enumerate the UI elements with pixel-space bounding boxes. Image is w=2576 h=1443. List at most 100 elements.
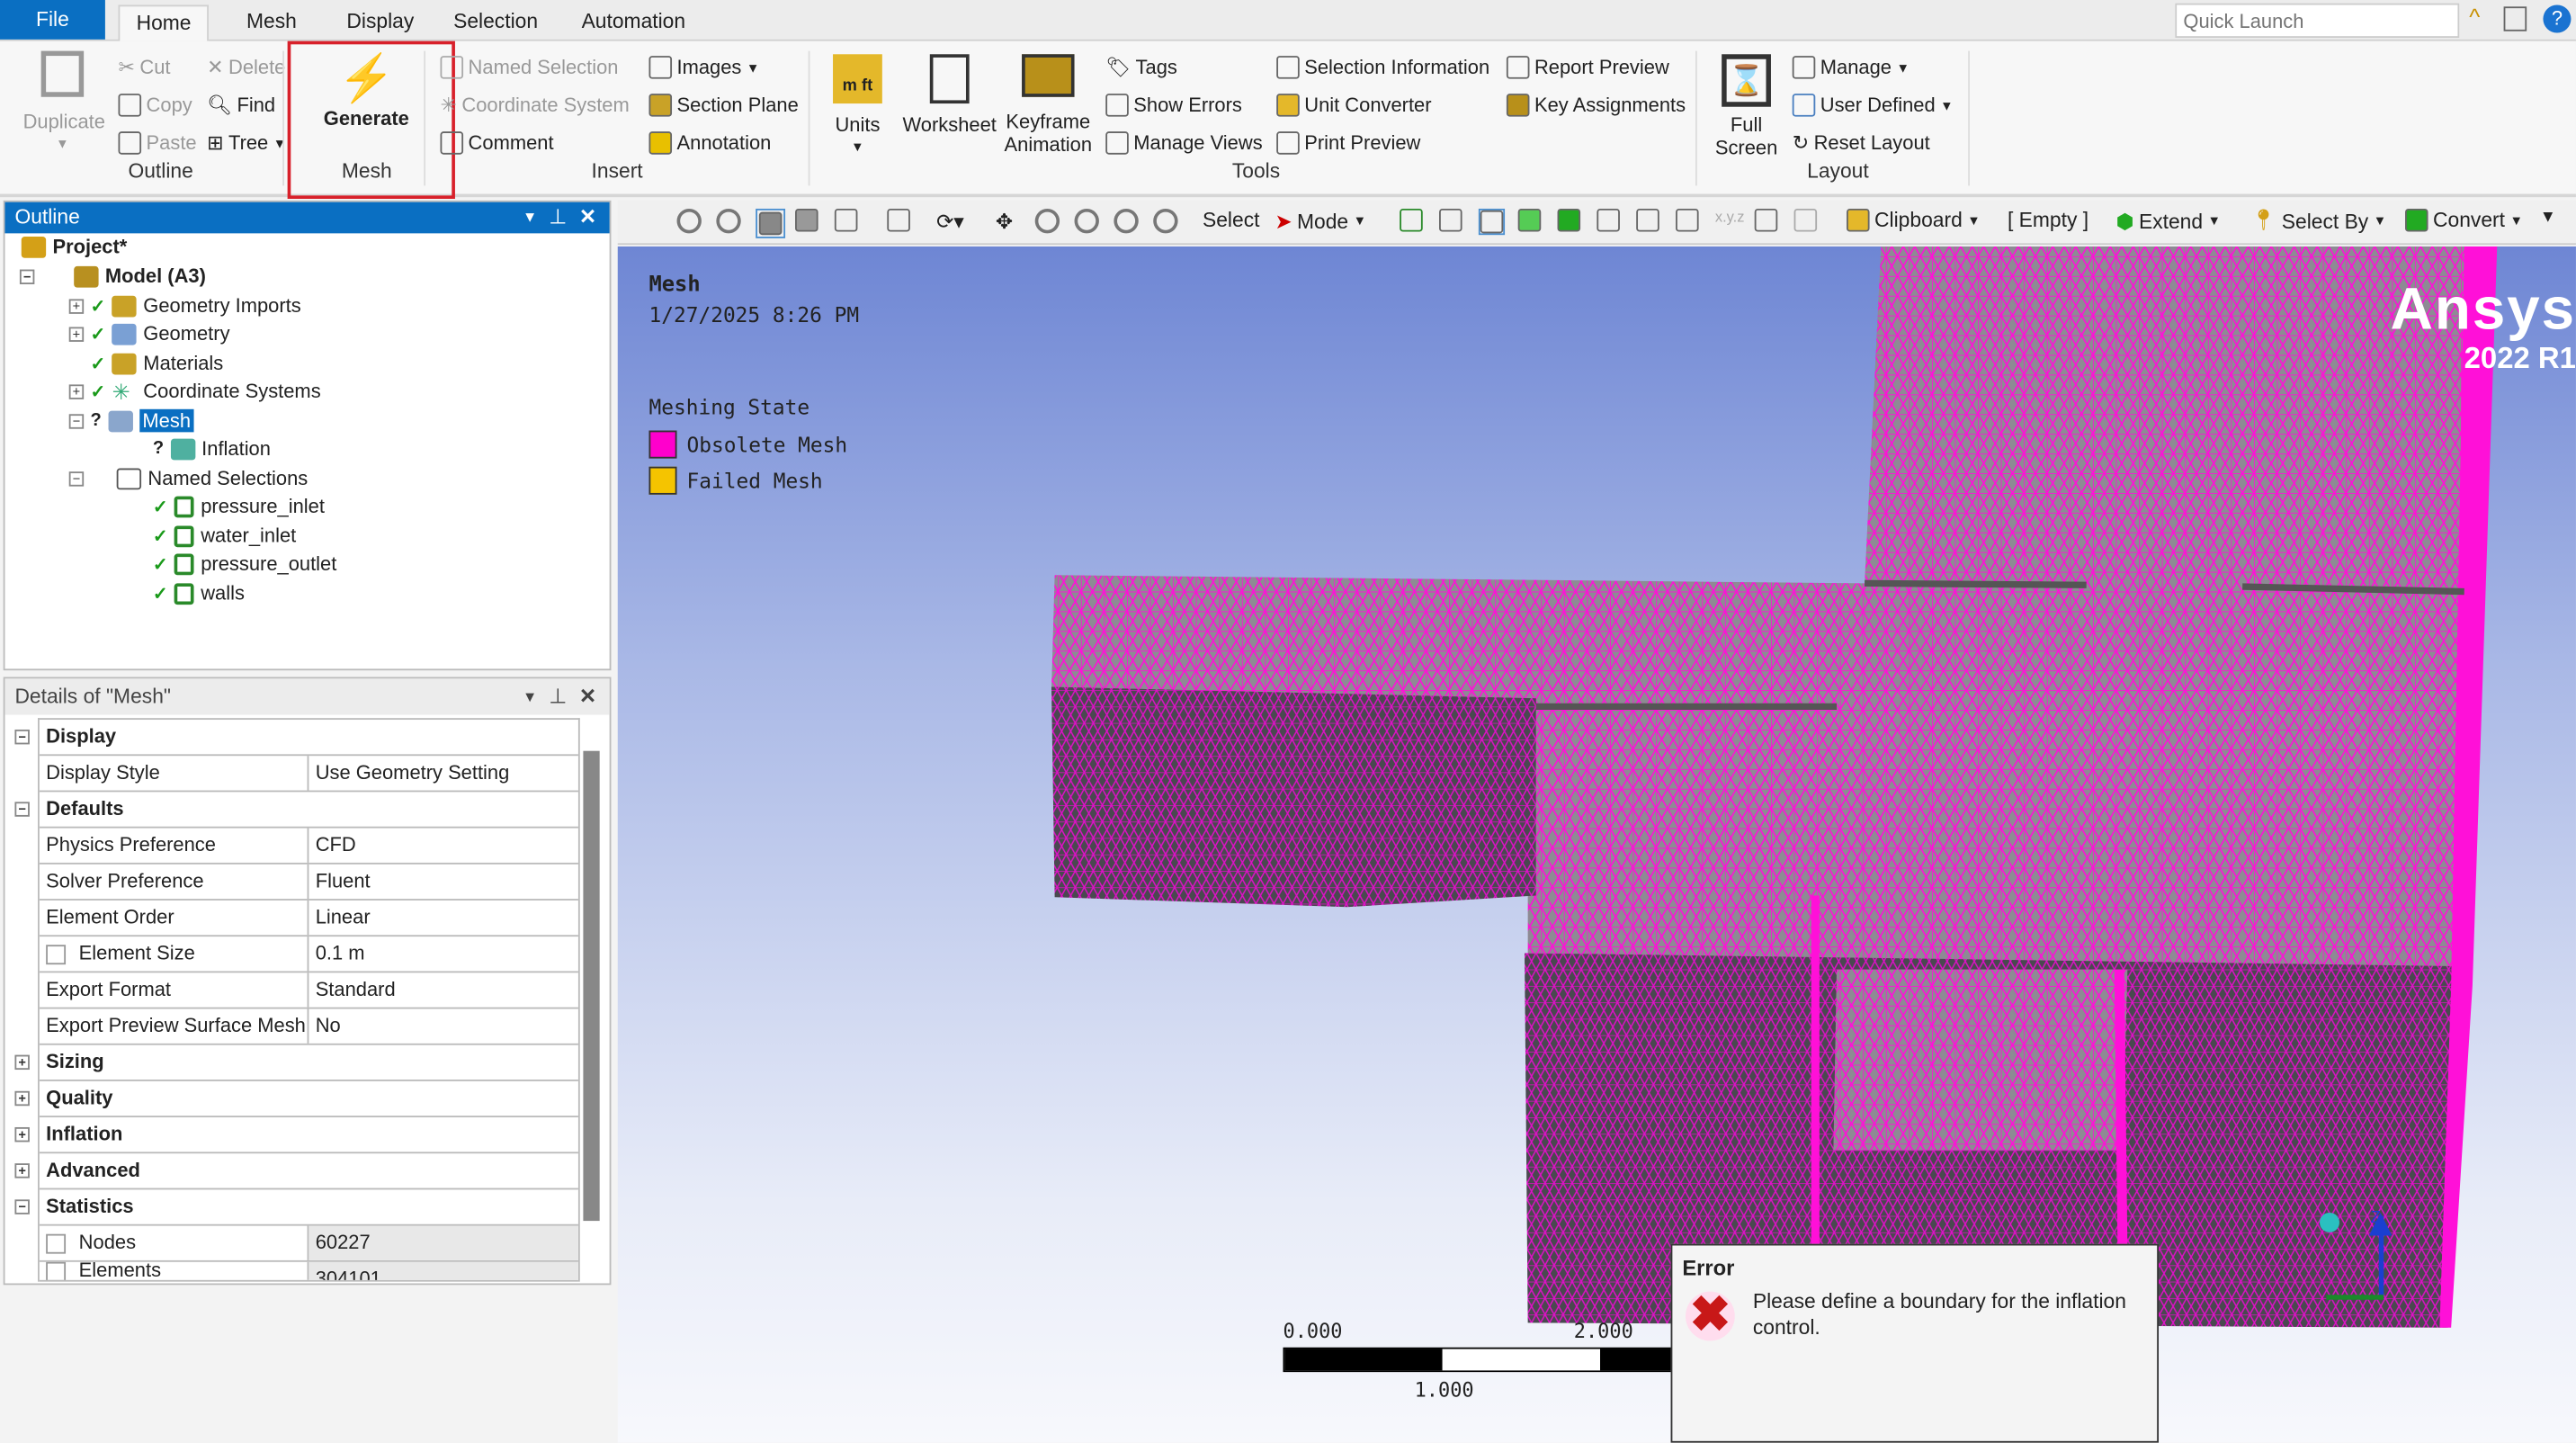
collapse-icon[interactable]: −: [14, 1199, 30, 1214]
unit-converter-button[interactable]: Unit Converter: [1276, 94, 1432, 117]
collapse-icon[interactable]: −: [14, 729, 30, 745]
property-row[interactable]: Element Order Linear: [39, 900, 578, 937]
manage-views-button[interactable]: Manage Views: [1105, 131, 1263, 155]
show-errors-button[interactable]: Show Errors: [1105, 94, 1242, 117]
generate-button[interactable]: ⚡ Generate: [316, 51, 417, 130]
section-sizing[interactable]: + Sizing: [14, 1045, 578, 1081]
details-scrollbar[interactable]: [583, 750, 600, 1222]
mesh-select-icon[interactable]: [1676, 208, 1699, 232]
label-icon[interactable]: [1754, 208, 1778, 232]
select-by-button[interactable]: 📍︎ Select By ▼: [2250, 209, 2386, 233]
tree-item-coordinate-systems[interactable]: + ✓ ✳ Coordinate Systems: [68, 380, 321, 402]
cut-button[interactable]: ✂ Cut: [119, 56, 171, 79]
find-button[interactable]: 🔍︎ Find: [207, 94, 275, 117]
report-preview-button[interactable]: Report Preview: [1506, 56, 1669, 79]
worksheet-button[interactable]: Worksheet: [900, 54, 999, 137]
property-row[interactable]: Export Preview Surface Mesh No: [39, 1008, 578, 1045]
zoom-out-icon[interactable]: [716, 208, 741, 234]
expand-icon[interactable]: +: [14, 1163, 30, 1179]
box-view-icon[interactable]: [795, 208, 818, 232]
xyz-icon[interactable]: x.y.z: [1715, 209, 1745, 225]
tree-item-named-selections[interactable]: − Named Selections: [68, 467, 308, 489]
clipboard-button[interactable]: Clipboard ▼: [1846, 208, 1981, 232]
tree-item-pressure-inlet[interactable]: ✓ pressure_inlet: [153, 495, 325, 518]
section-advanced[interactable]: + Advanced: [14, 1153, 578, 1190]
units-button[interactable]: m ft Units ▼: [827, 54, 889, 159]
section-plane-button[interactable]: Section Plane: [648, 94, 799, 117]
comment-button[interactable]: Comment: [440, 131, 554, 155]
images-button[interactable]: Images ▼: [648, 56, 759, 79]
pin-icon[interactable]: ⊥: [549, 202, 567, 234]
paste-button[interactable]: Paste: [118, 131, 197, 155]
magnifier-icon[interactable]: [1153, 208, 1178, 234]
duplicate-button[interactable]: Duplicate ▼: [23, 50, 105, 157]
expand-icon[interactable]: +: [68, 326, 85, 341]
parameter-checkbox[interactable]: [46, 944, 67, 964]
property-row[interactable]: Display Style Use Geometry Setting: [39, 756, 578, 793]
zoom-fit-icon[interactable]: [1114, 208, 1139, 234]
collapse-ribbon-icon[interactable]: ^: [2469, 4, 2480, 30]
property-row[interactable]: Export Format Standard: [39, 972, 578, 1009]
tab-display[interactable]: Display: [330, 4, 430, 40]
property-row[interactable]: Physics Preference CFD: [39, 828, 578, 865]
section-inflation[interactable]: + Inflation: [14, 1117, 578, 1154]
manage-button[interactable]: Manage ▼: [1792, 56, 1910, 79]
node-filter-icon[interactable]: [1557, 208, 1581, 232]
dropdown-icon[interactable]: ▼: [523, 678, 537, 714]
tree-item-geometry-imports[interactable]: + ✓ Geometry Imports: [68, 294, 301, 318]
graphics-viewport[interactable]: Mesh 1/27/2025 8:26 PM Meshing State Obs…: [617, 246, 2576, 1443]
key-assignments-button[interactable]: Key Assignments: [1506, 94, 1686, 117]
property-row[interactable]: Element Size 0.1 m: [39, 937, 578, 973]
close-icon[interactable]: ✕: [579, 202, 596, 234]
zoom-in-icon[interactable]: [676, 208, 702, 234]
iso-view-icon[interactable]: [756, 208, 786, 238]
close-icon[interactable]: ✕: [579, 678, 596, 714]
parameter-checkbox[interactable]: [46, 1261, 67, 1280]
select-all-icon[interactable]: [887, 208, 910, 232]
print-preview-button[interactable]: Print Preview: [1276, 131, 1420, 155]
delete-button[interactable]: ✕ Delete: [207, 56, 285, 79]
property-row[interactable]: Solver Preference Fluent: [39, 864, 578, 901]
tab-mesh[interactable]: Mesh: [230, 4, 313, 40]
tree-item-walls[interactable]: ✓ walls: [153, 582, 245, 605]
expand-icon[interactable]: +: [68, 298, 85, 313]
user-defined-button[interactable]: User Defined ▼: [1792, 94, 1954, 117]
tree-button[interactable]: ⊞ Tree ▼: [207, 131, 286, 155]
tree-item-mesh[interactable]: −? Mesh: [68, 408, 194, 433]
expand-icon[interactable]: +: [14, 1126, 30, 1143]
property-row[interactable]: Elements 304101: [39, 1261, 578, 1282]
tab-home[interactable]: Home: [118, 4, 210, 41]
tree-item-project[interactable]: Project*: [21, 235, 127, 258]
zoom-icon[interactable]: [1034, 208, 1060, 234]
coordinate-system-button[interactable]: ✳ Coordinate System: [441, 94, 630, 117]
tree-item-model[interactable]: − Model (A3): [19, 264, 206, 288]
body-filter-icon[interactable]: [1517, 208, 1542, 232]
dropdown-icon[interactable]: ▼: [523, 202, 537, 234]
vertex-filter-icon[interactable]: [1400, 208, 1423, 232]
toolbar-overflow-icon[interactable]: ▼: [2540, 209, 2556, 227]
notes-icon[interactable]: [2503, 6, 2527, 31]
tags-button[interactable]: 🏷︎ Tags: [1105, 56, 1177, 79]
collapse-icon[interactable]: −: [68, 413, 85, 428]
collapse-icon[interactable]: −: [14, 802, 30, 817]
tree-item-pressure-outlet[interactable]: ✓ pressure_outlet: [153, 552, 336, 576]
zoom-box-icon[interactable]: [1074, 208, 1099, 234]
extend-button[interactable]: ⬢ Extend ▼: [2116, 209, 2221, 233]
select-button[interactable]: Select: [1203, 209, 1259, 232]
convert-button[interactable]: Convert ▼: [2404, 208, 2523, 232]
expand-icon[interactable]: +: [14, 1054, 30, 1071]
section-statistics[interactable]: − Statistics: [14, 1189, 578, 1226]
tree-item-water-inlet[interactable]: ✓ water_inlet: [153, 524, 296, 548]
collapse-icon[interactable]: −: [68, 471, 85, 486]
pan-icon[interactable]: ✥: [996, 209, 1013, 234]
tab-selection[interactable]: Selection: [437, 4, 554, 40]
expand-icon[interactable]: +: [68, 383, 85, 399]
copy-button[interactable]: Copy: [118, 94, 192, 117]
section-display[interactable]: − Display: [14, 720, 578, 757]
full-screen-button[interactable]: ⌛ Full Screen: [1712, 54, 1781, 159]
property-row[interactable]: Nodes 60227: [39, 1225, 578, 1262]
axis-triad[interactable]: Z: [2310, 1167, 2441, 1306]
tree-item-materials[interactable]: ✓ Materials: [90, 352, 223, 375]
section-defaults[interactable]: − Defaults: [14, 792, 578, 829]
edge-filter-icon[interactable]: [1439, 208, 1462, 232]
